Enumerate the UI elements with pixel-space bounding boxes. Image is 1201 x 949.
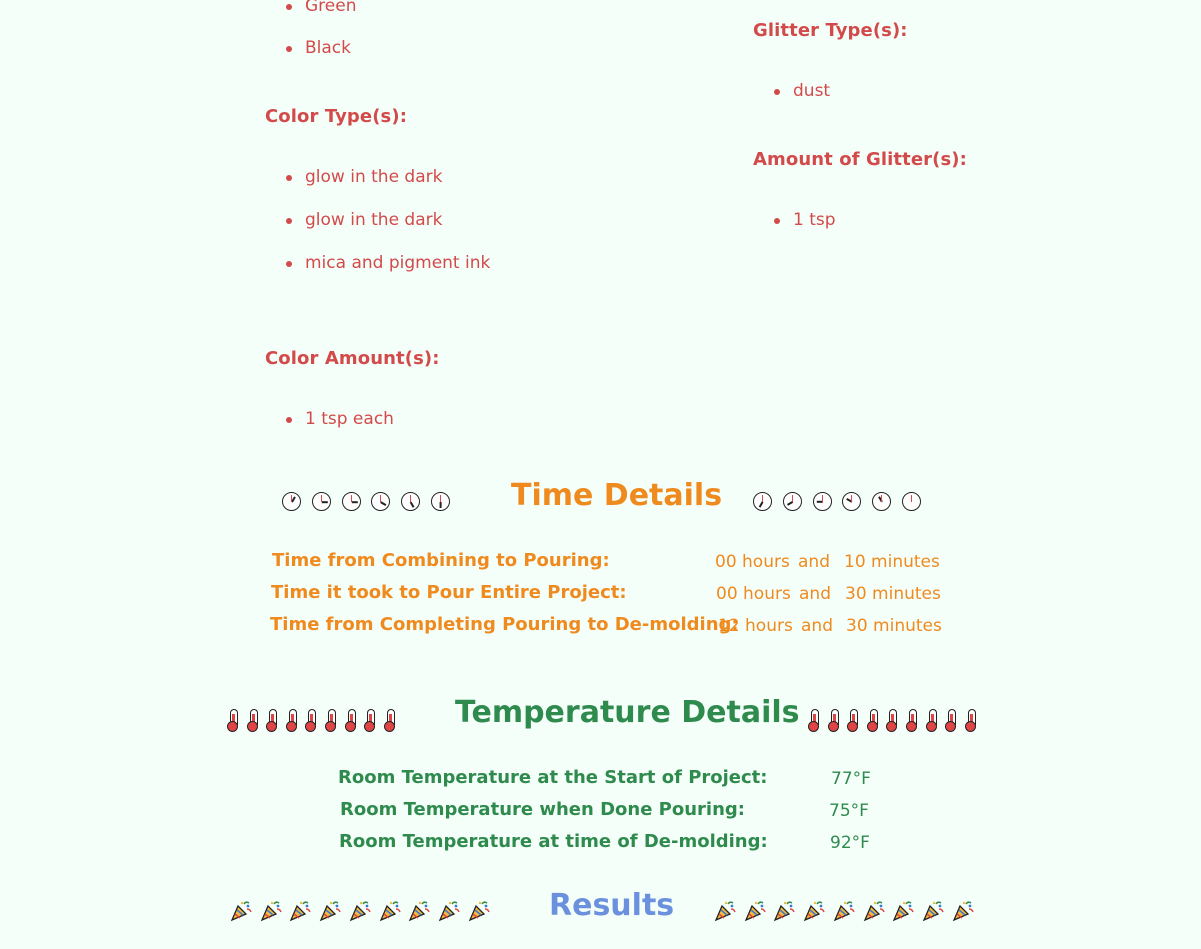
temperature-row-label: Room Temperature when Done Pouring: <box>340 799 745 820</box>
time-row-label: Time it took to Pour Entire Project: <box>271 582 627 603</box>
thermometer-icon <box>945 709 957 732</box>
party-popper-icon <box>863 901 885 922</box>
time-row-and: and <box>799 584 831 604</box>
list-bullet <box>286 4 292 10</box>
time-row-minutes: 30 minutes <box>845 584 941 604</box>
thermometer-icon <box>285 709 298 732</box>
list-item: Black <box>305 38 351 58</box>
list-item: 1 tsp <box>793 210 836 230</box>
clock-icon <box>842 492 861 511</box>
thermometer-icon <box>964 709 977 732</box>
thermometer-icon <box>827 709 840 732</box>
party-popper-icon <box>714 901 736 922</box>
thermometer-icon <box>906 709 918 732</box>
color-amount-heading: Color Amount(s): <box>265 348 440 369</box>
party-popper-icon <box>408 901 430 922</box>
thermometer-icon <box>886 709 898 732</box>
clock-icon <box>813 492 832 511</box>
party-popper-icon <box>230 901 252 922</box>
time-row-and: and <box>801 616 833 636</box>
color-types-heading: Color Type(s): <box>265 106 407 127</box>
time-row-hours: 00 hours <box>716 584 791 604</box>
thermometer-icon <box>246 709 259 732</box>
thermometer-icon <box>325 709 337 732</box>
clock-icon <box>431 492 450 511</box>
clock-icon <box>753 492 772 511</box>
time-row-label: Time from Completing Pouring to De-moldi… <box>270 614 739 635</box>
clock-icon <box>401 492 420 511</box>
list-bullet <box>286 175 292 181</box>
list-item: 1 tsp each <box>305 409 394 429</box>
temperature-details-title: Temperature Details <box>455 695 800 730</box>
thermometer-icon <box>866 709 879 732</box>
time-row-hours: 12 hours <box>718 616 793 636</box>
thermometer-icon <box>305 709 317 732</box>
clock-icon <box>342 492 361 511</box>
party-popper-icon <box>803 901 825 922</box>
list-bullet <box>286 417 292 423</box>
results-title: Results <box>549 888 675 923</box>
thermometer-icon <box>847 709 859 732</box>
party-popper-icon <box>468 901 490 922</box>
list-item: Green <box>305 0 357 16</box>
list-item: glow in the dark <box>305 210 443 230</box>
party-popper-icon <box>349 901 371 922</box>
time-row-and: and <box>798 552 830 572</box>
party-popper-icon <box>952 901 974 922</box>
list-bullet <box>286 46 292 52</box>
temperature-row-value: 92°F <box>830 833 870 853</box>
glitter-amount-heading: Amount of Glitter(s): <box>753 149 967 170</box>
thermometer-icon <box>266 709 278 732</box>
party-popper-icon <box>922 901 944 922</box>
party-popper-icon <box>379 901 401 922</box>
list-bullet <box>286 261 292 267</box>
list-bullet <box>774 89 780 95</box>
time-details-title: Time Details <box>511 478 723 513</box>
temperature-row-value: 77°F <box>831 769 871 789</box>
thermometer-icon <box>925 709 938 732</box>
list-bullet <box>286 218 292 224</box>
list-item: glow in the dark <box>305 167 443 187</box>
party-popper-icon <box>319 901 341 922</box>
list-bullet <box>774 218 780 224</box>
time-row-minutes: 30 minutes <box>846 616 942 636</box>
time-row-label: Time from Combining to Pouring: <box>272 550 610 571</box>
thermometer-icon <box>383 709 396 732</box>
clock-icon <box>282 492 301 511</box>
temperature-row-value: 75°F <box>829 801 869 821</box>
thermometer-icon <box>344 709 357 732</box>
list-item: mica and pigment ink <box>305 253 491 273</box>
clock-icon <box>872 492 891 511</box>
thermometer-icon <box>364 709 376 732</box>
clock-icon <box>783 492 802 511</box>
thermometer-icon <box>227 709 239 732</box>
party-popper-icon <box>290 901 312 922</box>
party-popper-icon <box>438 901 460 922</box>
party-popper-icon <box>833 901 855 922</box>
page: Green Black Color Type(s): glow in the d… <box>0 0 1201 949</box>
clock-icon <box>371 492 390 511</box>
thermometer-icon <box>808 709 820 732</box>
party-popper-icon <box>892 901 914 922</box>
clock-icon <box>312 492 331 511</box>
party-popper-icon <box>774 901 796 922</box>
time-row-minutes: 10 minutes <box>844 552 940 572</box>
clock-icon <box>902 492 921 511</box>
party-popper-icon <box>260 901 282 922</box>
temperature-row-label: Room Temperature at time of De-molding: <box>339 831 768 852</box>
party-popper-icon <box>744 901 766 922</box>
temperature-row-label: Room Temperature at the Start of Project… <box>338 767 768 788</box>
time-row-hours: 00 hours <box>715 552 790 572</box>
glitter-types-heading: Glitter Type(s): <box>753 20 908 41</box>
list-item: dust <box>793 81 831 101</box>
